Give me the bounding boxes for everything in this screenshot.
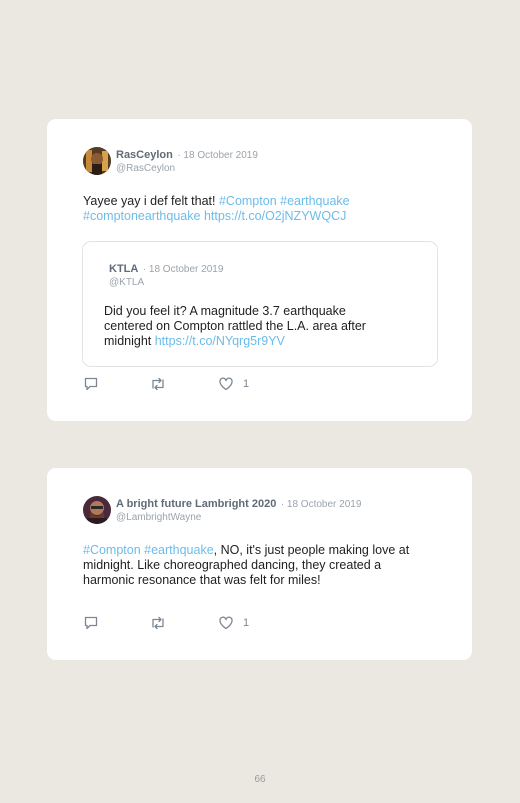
tweet-card: RasCeylon · 18 October 2019 @RasCeylon Y…: [47, 119, 472, 421]
tweet-card: A bright future Lambright 2020 · 18 Octo…: [47, 468, 472, 660]
like-button[interactable]: 1: [218, 376, 249, 392]
tweet-text-line: , NO, it's just people making love at: [213, 543, 410, 557]
retweet-button[interactable]: [149, 615, 167, 631]
tweet-text: Yayee yay i def felt that! #Compton #ear…: [83, 194, 443, 224]
author-name[interactable]: A bright future Lambright 2020: [116, 498, 276, 510]
reply-icon: [83, 615, 99, 631]
url-link[interactable]: https://t.co/O2jNZYWQCJ: [204, 209, 346, 223]
quoted-tweet[interactable]: KTLA · 18 October 2019 @KTLA Did you fee…: [82, 241, 438, 367]
tweet-text-line: harmonic resonance that was felt for mil…: [83, 573, 321, 587]
like-count: 1: [243, 617, 250, 629]
tweet-header: A bright future Lambright 2020 · 18 Octo…: [83, 496, 361, 524]
tweet-date[interactable]: · 18 October 2019: [177, 150, 258, 161]
quoted-text-line: midnight: [104, 334, 155, 348]
heart-icon: [218, 615, 234, 631]
page-number: 66: [254, 774, 266, 785]
hashtag-link[interactable]: #Compton #earthquake: [83, 543, 214, 557]
reply-button[interactable]: [83, 376, 99, 392]
hashtag-link[interactable]: #Compton #earthquake: [219, 194, 350, 208]
quoted-tweet-header: KTLA · 18 October 2019 @KTLA: [109, 261, 223, 289]
reply-button[interactable]: [83, 615, 99, 631]
like-count: 1: [243, 378, 250, 390]
tweet-text: #Compton #earthquake, NO, it's just peop…: [83, 543, 453, 588]
tweet-header: RasCeylon · 18 October 2019 @RasCeylon: [83, 147, 258, 175]
tweet-text-plain: Yayee yay i def felt that!: [83, 194, 219, 208]
heart-icon: [218, 376, 234, 392]
author-handle[interactable]: @LambrightWayne: [116, 511, 361, 524]
tweet-text-line: midnight. Like choreographed dancing, th…: [83, 558, 382, 572]
quoted-text-line: centered on Compton rattled the L.A. are…: [104, 319, 366, 333]
avatar[interactable]: [83, 147, 111, 175]
retweet-button[interactable]: [149, 376, 167, 392]
reply-icon: [83, 376, 99, 392]
hashtag-link[interactable]: #comptonearthquake: [83, 209, 200, 223]
retweet-icon: [149, 376, 167, 392]
quoted-author-handle[interactable]: @KTLA: [109, 276, 223, 289]
quoted-tweet-text: Did you feel it? A magnitude 3.7 earthqu…: [104, 304, 424, 349]
quoted-text-line: Did you feel it? A magnitude 3.7 earthqu…: [104, 304, 346, 318]
url-link[interactable]: https://t.co/NYqrg5r9YV: [155, 334, 285, 348]
avatar[interactable]: [83, 496, 111, 524]
tweet-date[interactable]: · 18 October 2019: [281, 499, 362, 510]
author-handle[interactable]: @RasCeylon: [116, 162, 258, 175]
retweet-icon: [149, 615, 167, 631]
quoted-tweet-date[interactable]: · 18 October 2019: [143, 264, 224, 275]
quoted-author-name[interactable]: KTLA: [109, 263, 138, 275]
like-button[interactable]: 1: [218, 615, 249, 631]
author-name[interactable]: RasCeylon: [116, 149, 173, 161]
